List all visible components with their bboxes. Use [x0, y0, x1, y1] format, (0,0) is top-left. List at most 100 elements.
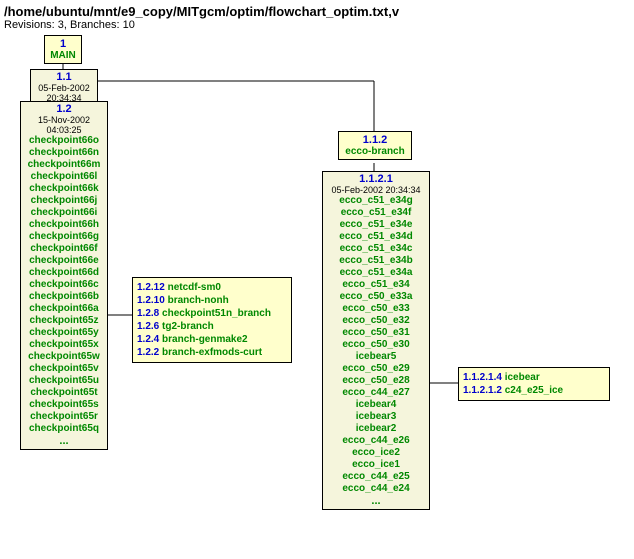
tag: icebear5	[324, 351, 428, 363]
branch-entry: 1.2.4 branch-genmake2	[137, 333, 287, 346]
node-1-2-branches[interactable]: 1.2.12 netcdf-sm01.2.10 branch-nonh1.2.8…	[132, 277, 292, 363]
tag: ecco_c50_e31	[324, 327, 428, 339]
tag: checkpoint66k	[22, 183, 106, 195]
branch-label: MAIN	[47, 50, 79, 61]
tag: checkpoint65v	[22, 363, 106, 375]
tag: ecco_c50_e30	[324, 339, 428, 351]
tag: ecco_c51_e34c	[324, 243, 428, 255]
tag: checkpoint66c	[22, 279, 106, 291]
tag: checkpoint66i	[22, 207, 106, 219]
tag: checkpoint65q	[22, 423, 106, 435]
branch-entry: 1.2.8 checkpoint51n_branch	[137, 307, 287, 320]
branch-name: checkpoint51n_branch	[159, 308, 271, 319]
tag: checkpoint65y	[22, 327, 106, 339]
branch-name: netcdf-sm0	[165, 282, 221, 293]
tag: checkpoint66e	[22, 255, 106, 267]
tag: checkpoint65z	[22, 315, 106, 327]
tag: ecco_c44_e25	[324, 471, 428, 483]
tag: checkpoint66n	[22, 147, 106, 159]
tree-canvas: 1 MAIN 1.1 05-Feb-2002 20:34:34 1.2 15-N…	[4, 35, 630, 555]
branch-name: branch-genmake2	[159, 334, 247, 345]
branch-entry: 1.1.2.1.4 icebear	[463, 371, 605, 384]
branch-number: 1.2.12	[137, 282, 165, 293]
tag: checkpoint66h	[22, 219, 106, 231]
tag: checkpoint66a	[22, 303, 106, 315]
node-1-1-2-1[interactable]: 1.1.2.1 05-Feb-2002 20:34:34 ecco_c51_e3…	[322, 171, 430, 510]
tag: ecco_c50_e28	[324, 375, 428, 387]
tag: checkpoint66m	[22, 159, 106, 171]
branch-number: 1.1.2.1.4	[463, 372, 502, 383]
tag: checkpoint65u	[22, 375, 106, 387]
file-path: /home/ubuntu/mnt/e9_copy/MITgcm/optim/fl…	[4, 4, 634, 19]
branch-entry: 1.2.6 tg2-branch	[137, 320, 287, 333]
tag: icebear2	[324, 423, 428, 435]
node-1-1[interactable]: 1.1 05-Feb-2002 20:34:34	[30, 69, 98, 105]
branch-name: branch-exfmods-curt	[159, 347, 262, 358]
tag: checkpoint65s	[22, 399, 106, 411]
rev-number: 1.1.2	[341, 134, 409, 146]
branch-entry: 1.2.10 branch-nonh	[137, 294, 287, 307]
branch-list: 1.1.2.1.4 icebear1.1.2.1.2 c24_e25_ice	[463, 371, 605, 397]
branch-name: branch-nonh	[165, 295, 229, 306]
rev-date: 15-Nov-2002 04:03:25	[22, 115, 106, 135]
tag: ecco_c50_e33a	[324, 291, 428, 303]
rev-number: 1	[47, 38, 79, 50]
rev-number: 1.1.2.1	[324, 173, 428, 185]
tag: checkpoint66d	[22, 267, 106, 279]
branch-list: 1.2.12 netcdf-sm01.2.10 branch-nonh1.2.8…	[137, 281, 287, 359]
tag: ecco_c44_e24	[324, 483, 428, 495]
tag: checkpoint66g	[22, 231, 106, 243]
tag: icebear4	[324, 399, 428, 411]
branch-number: 1.2.4	[137, 334, 159, 345]
more-dots: ...	[324, 495, 428, 507]
tag: ecco_c51_e34a	[324, 267, 428, 279]
branch-entry: 1.1.2.1.2 c24_e25_ice	[463, 384, 605, 397]
branch-number: 1.2.8	[137, 308, 159, 319]
node-root[interactable]: 1 MAIN	[44, 35, 82, 64]
rev-number: 1.1	[32, 71, 96, 83]
tag: checkpoint66j	[22, 195, 106, 207]
node-side-branches[interactable]: 1.1.2.1.4 icebear1.1.2.1.2 c24_e25_ice	[458, 367, 610, 401]
tag: checkpoint65r	[22, 411, 106, 423]
more-dots: ...	[22, 435, 106, 447]
tag: ecco_c51_e34f	[324, 207, 428, 219]
tag: ecco_c51_e34g	[324, 195, 428, 207]
tag: ecco_c51_e34	[324, 279, 428, 291]
tag: checkpoint65x	[22, 339, 106, 351]
tag: checkpoint66l	[22, 171, 106, 183]
tag: checkpoint66o	[22, 135, 106, 147]
tag: ecco_ice2	[324, 447, 428, 459]
tag: ecco_c50_e29	[324, 363, 428, 375]
rev-date: 05-Feb-2002 20:34:34	[324, 185, 428, 195]
tag: checkpoint65w	[22, 351, 106, 363]
tag: ecco_c44_e27	[324, 387, 428, 399]
tag: icebear3	[324, 411, 428, 423]
tag: ecco_c51_e34d	[324, 231, 428, 243]
node-1-2[interactable]: 1.2 15-Nov-2002 04:03:25 checkpoint66och…	[20, 101, 108, 450]
branch-entry: 1.2.2 branch-exfmods-curt	[137, 346, 287, 359]
tag: ecco_c50_e33	[324, 303, 428, 315]
tag-list: checkpoint66ocheckpoint66ncheckpoint66mc…	[22, 135, 106, 435]
node-ecco-branch[interactable]: 1.1.2 ecco-branch	[338, 131, 412, 160]
branch-number: 1.2.6	[137, 321, 159, 332]
tag: ecco_c51_e34b	[324, 255, 428, 267]
tag: ecco_c44_e26	[324, 435, 428, 447]
tag: checkpoint65t	[22, 387, 106, 399]
branch-number: 1.2.2	[137, 347, 159, 358]
tag: ecco_c50_e32	[324, 315, 428, 327]
branch-name: icebear	[502, 372, 540, 383]
branch-name: tg2-branch	[159, 321, 213, 332]
branch-entry: 1.2.12 netcdf-sm0	[137, 281, 287, 294]
branch-number: 1.2.10	[137, 295, 165, 306]
revision-count: Revisions: 3, Branches: 10	[4, 19, 634, 31]
tag-list: ecco_c51_e34gecco_c51_e34fecco_c51_e34ee…	[324, 195, 428, 495]
tag: checkpoint66f	[22, 243, 106, 255]
tag: checkpoint66b	[22, 291, 106, 303]
branch-number: 1.1.2.1.2	[463, 385, 502, 396]
tag: ecco_ice1	[324, 459, 428, 471]
rev-date: 05-Feb-2002 20:34:34	[32, 83, 96, 103]
branch-name: c24_e25_ice	[502, 385, 563, 396]
branch-label: ecco-branch	[341, 146, 409, 157]
rev-number: 1.2	[22, 103, 106, 115]
tag: ecco_c51_e34e	[324, 219, 428, 231]
